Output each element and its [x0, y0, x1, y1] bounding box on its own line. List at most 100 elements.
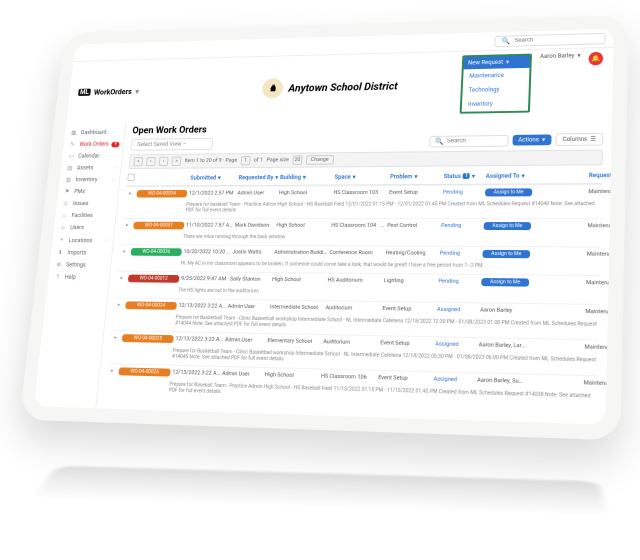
cell-status[interactable]: Assigned	[437, 307, 478, 314]
cell-problem: Event Setup	[389, 190, 441, 196]
cell-requested-by: Admin User	[237, 190, 277, 196]
brand-logo: ML WorkOrders ▾	[78, 87, 139, 96]
sidebar-item-work-orders[interactable]: ✎Work Orders9	[63, 138, 124, 150]
columns-button[interactable]: Columns ☰	[555, 133, 603, 146]
sidebar-item-inventory[interactable]: ▥Inventory›	[59, 174, 120, 186]
row-expand-icon[interactable]: ▸	[111, 335, 121, 341]
cell-building: High School	[276, 223, 329, 229]
sidebar-item-dashboard[interactable]: ▦Dashboard	[64, 126, 125, 139]
col-assigned-to[interactable]: Assigned To ▾	[486, 172, 533, 179]
sidebar-item-imports[interactable]: ⬇Imports	[51, 247, 113, 260]
chevron-down-icon: ▾	[521, 172, 524, 179]
sidebar-item-facilities[interactable]: ⌂Facilities	[55, 210, 116, 222]
work-order-chip[interactable]: WO-04-00034	[136, 190, 187, 198]
work-order-chip[interactable]: WO-04-00024	[125, 301, 177, 309]
sidebar-badge: 9	[111, 141, 119, 147]
row-expand-icon[interactable]: ▸	[120, 249, 130, 255]
table-row[interactable]: ▸WO-04-0003412/1/2022 2:57 PMAdmin UserH…	[125, 184, 602, 200]
actions-button[interactable]: Actions ▾	[512, 134, 552, 145]
table-search-input[interactable]	[447, 137, 502, 143]
work-order-chip[interactable]: WO-04-00026	[118, 367, 170, 376]
sidebar-item-locations[interactable]: ⌖Locations›	[52, 234, 114, 247]
table-search[interactable]: 🔍	[429, 135, 508, 147]
cell-status[interactable]: Pending	[441, 223, 482, 229]
pager-last-button[interactable]: »	[171, 157, 181, 166]
actions-label: Actions	[518, 137, 539, 144]
col-requested-by[interactable]: Requested By ▾	[238, 174, 278, 181]
sidebar-icon: ▭	[67, 153, 75, 159]
col-request-type[interactable]: Request Type ▾	[589, 171, 612, 178]
assign-to-me-button[interactable]: Assign to Me	[484, 222, 532, 230]
col-checkbox[interactable]	[127, 174, 137, 183]
sidebar-icon: ⌂	[60, 212, 68, 218]
chevron-down-icon: ▾	[218, 174, 221, 181]
sidebar-item-issues[interactable]: ⚠Issues	[56, 198, 117, 210]
cell-status[interactable]: Pending	[440, 251, 481, 257]
notification-bell-icon[interactable]: 🔔	[588, 52, 603, 66]
cell-request-type: Maintenance	[585, 309, 612, 316]
sidebar-item-help[interactable]: ?Help	[48, 271, 110, 284]
cell-status[interactable]: Assigned	[435, 341, 477, 348]
cell-submitted: 9/25/2022 9:47 AM	[181, 276, 229, 282]
sidebar-icon: ▤	[66, 165, 74, 171]
cell-requested-by: Mark Davidson	[234, 223, 274, 229]
cell-assigned-to: Aaron Barley	[480, 307, 528, 314]
pager-next-button[interactable]: ›	[159, 157, 169, 166]
cell-problem: Event Setup	[378, 375, 432, 383]
assign-to-me-button[interactable]: Assign to Me	[485, 188, 532, 196]
cell-space: Auditorium	[323, 339, 378, 346]
col-building[interactable]: Building ▾	[280, 174, 333, 181]
table-row[interactable]: ▸WO-04-0003711/10/2022 7:57 AMMark David…	[122, 218, 601, 233]
work-order-chip[interactable]: WO-04-00036	[131, 248, 182, 256]
saved-view-select[interactable]: Select Saved View –	[130, 138, 213, 151]
work-order-chip[interactable]: WO-04-00037	[133, 222, 184, 230]
sidebar-item-pms[interactable]: ⚑PMs	[58, 186, 119, 198]
chevron-down-icon[interactable]: ▾	[135, 87, 139, 95]
new-request-option-technology[interactable]: Technology	[462, 82, 529, 98]
work-order-chip[interactable]: WO-04-00012	[128, 275, 180, 283]
sidebar-item-label: Help	[64, 274, 76, 281]
cell-status[interactable]: Assigned	[433, 376, 475, 383]
cell-requested-by: Justin Watts	[232, 250, 272, 256]
row-expand-icon[interactable]: ▸	[126, 191, 136, 197]
col-space[interactable]: Space ▾	[334, 173, 388, 180]
cell-requested-by: Admin User	[222, 371, 263, 378]
cell-assigned-to: Aaron Barley, Larry Johnson	[478, 342, 526, 349]
row-expand-icon[interactable]: ▸	[117, 275, 127, 281]
sidebar-item-users[interactable]: ☺Users	[53, 222, 114, 234]
chevron-down-icon: ▾	[577, 52, 580, 59]
global-search-input[interactable]	[514, 35, 595, 43]
new-request-option-inventory[interactable]: Inventory	[462, 96, 529, 111]
assign-to-me-button[interactable]: Assign to Me	[482, 250, 530, 258]
sidebar-item-settings[interactable]: ⚙Settings	[49, 259, 111, 272]
work-order-chip[interactable]: WO-04-00025	[122, 334, 174, 343]
cell-status[interactable]: Pending	[443, 190, 484, 196]
cell-status[interactable]: Pending	[438, 279, 479, 285]
pager-prev-button[interactable]: ‹	[146, 157, 156, 166]
col-status[interactable]: Status 1 ▾	[443, 173, 484, 180]
new-request-option-maintenance[interactable]: Maintenance	[463, 68, 529, 84]
cell-request-type: Maintenance	[587, 251, 612, 257]
columns-label: Columns	[562, 136, 587, 143]
sidebar-item-assets[interactable]: ▤Assets›	[60, 162, 121, 174]
col-problem[interactable]: Problem ▾	[390, 173, 442, 180]
pager-pagesize-input[interactable]: 20	[292, 155, 302, 164]
sidebar-item-label: PMs	[74, 189, 85, 195]
col-submitted[interactable]: Submitted ▾	[190, 174, 237, 181]
pager-change-button[interactable]: Change	[306, 155, 334, 165]
global-search[interactable]: 🔍	[494, 32, 605, 46]
current-user[interactable]: Aaron Barley ▾	[540, 52, 581, 60]
row-expand-icon[interactable]: ▸	[122, 223, 132, 229]
sidebar-icon: ▦	[70, 130, 78, 136]
table-row-description: Prepare for baseball Team - Practice Adm…	[123, 199, 601, 218]
pager-page-input[interactable]: 1	[240, 156, 250, 165]
pager-first-button[interactable]: «	[133, 157, 143, 166]
sidebar-item-calendar[interactable]: ▭Calendar	[62, 150, 123, 162]
sidebar-icon: ⌖	[58, 237, 66, 244]
new-request-menu[interactable]: New Request ▾ Maintenance Technology Inv…	[460, 54, 532, 114]
row-expand-icon[interactable]: ▸	[114, 302, 124, 308]
row-expand-icon[interactable]: ▸	[107, 368, 117, 374]
sidebar-item-label: Assets	[77, 165, 94, 172]
assign-to-me-button[interactable]: Assign to Me	[481, 278, 529, 287]
cell-request-type: Maintenance	[588, 189, 612, 195]
